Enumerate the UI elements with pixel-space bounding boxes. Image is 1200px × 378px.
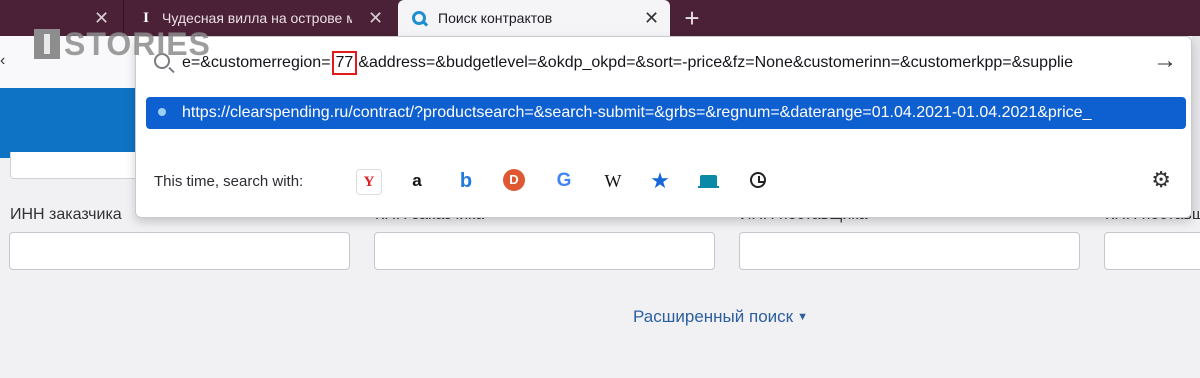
tab-2-close-icon[interactable]: ✕: [368, 8, 383, 29]
url-text-after: &address=&budgetlevel=&okdp_okpd=&sort=-…: [358, 54, 1073, 71]
advanced-search-link[interactable]: Расширенный поиск ▼: [633, 307, 808, 327]
customer-kpp-input[interactable]: [374, 232, 715, 270]
duckduckgo-icon[interactable]: D: [503, 169, 525, 191]
logo-mark-icon: [34, 29, 60, 59]
yandex-icon[interactable]: Y: [356, 169, 382, 195]
amazon-icon[interactable]: a: [405, 169, 429, 193]
tab-3-close-icon[interactable]: ✕: [644, 8, 659, 29]
new-tab-button[interactable]: +: [680, 4, 704, 32]
supplier-inn-input[interactable]: [739, 232, 1080, 270]
advanced-search-label: Расширенный поиск: [633, 307, 794, 326]
tab-3-title: Поиск контрактов: [438, 10, 553, 26]
urlbar-dropdown: e=&customerregion= 77 &address=&budgetleve…: [135, 36, 1192, 218]
bookmarks-star-icon[interactable]: ★: [648, 169, 672, 193]
search-favicon-icon: [412, 11, 426, 25]
google-icon[interactable]: G: [552, 169, 576, 193]
go-arrow-icon[interactable]: →: [1153, 47, 1177, 75]
one-off-search-bar: This time, search with: Y a b D G W ★ ⚙: [136, 157, 1191, 201]
highlighted-region-code: 77: [331, 51, 358, 75]
site-favicon-icon: I: [143, 9, 149, 26]
gear-icon[interactable]: ⚙: [1151, 167, 1171, 193]
tab-2-title: Чудесная вилла на острове м: [162, 10, 352, 26]
history-icon[interactable]: [750, 172, 766, 188]
back-icon[interactable]: ‹: [0, 52, 10, 70]
wikipedia-icon[interactable]: W: [601, 169, 625, 193]
tab-3-active[interactable]: Поиск контрактов ✕: [398, 0, 670, 36]
scrollbar[interactable]: [1192, 36, 1200, 211]
site-favicon-icon: [158, 108, 166, 116]
bing-icon[interactable]: b: [454, 169, 478, 193]
tabs-icon[interactable]: [697, 169, 721, 193]
search-with-label: This time, search with:: [154, 173, 304, 190]
suggestion-url: https://clearspending.ru/contract/?produ…: [182, 104, 1092, 121]
watermark-text: STORIES: [64, 25, 211, 62]
url-input[interactable]: e=&customerregion= 77 &address=&budgetleve…: [182, 51, 1073, 75]
customer-inn-input[interactable]: [9, 232, 350, 270]
customer-inn-label: ИНН заказчика: [10, 206, 122, 223]
istories-watermark: STORIES: [34, 25, 211, 62]
supplier-kpp-input[interactable]: [1104, 232, 1200, 270]
url-suggestion-row[interactable]: https://clearspending.ru/contract/?produ…: [146, 97, 1186, 129]
chevron-down-icon: ▼: [797, 311, 808, 323]
